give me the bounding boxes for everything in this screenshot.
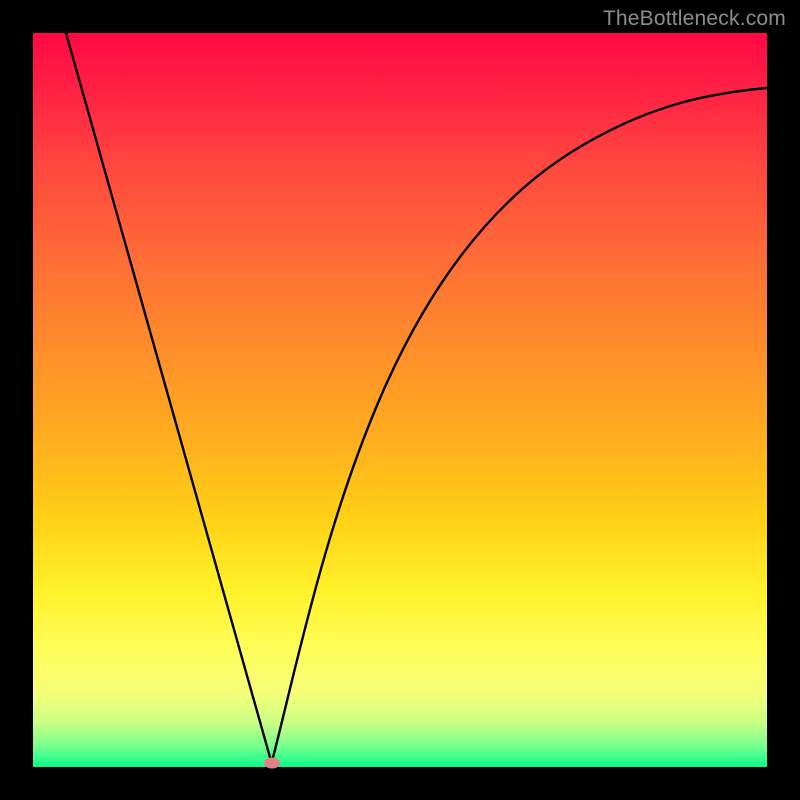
curve-right-branch xyxy=(272,88,767,763)
plot-area xyxy=(33,33,767,767)
bottleneck-curve xyxy=(33,33,767,767)
minimum-marker xyxy=(264,758,280,769)
chart-frame: TheBottleneck.com xyxy=(0,0,800,800)
watermark-label: TheBottleneck.com xyxy=(603,7,786,31)
curve-left-branch xyxy=(66,33,272,763)
